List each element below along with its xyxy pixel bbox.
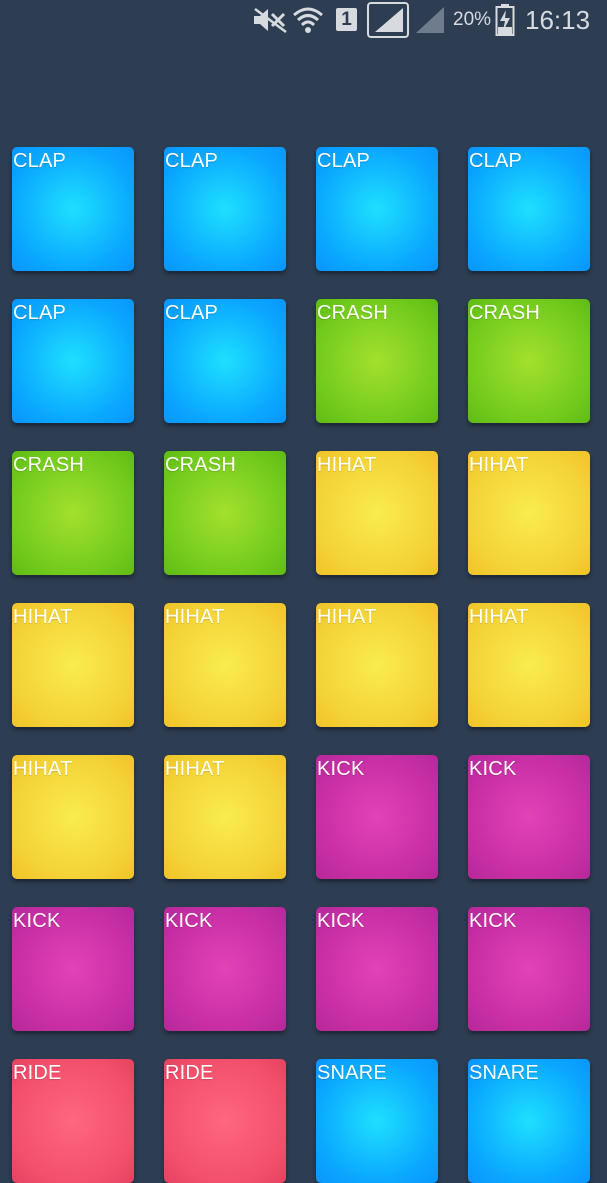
pad-label: HIHAT [469,454,529,476]
drum-pad-grid: CLAP CLAP CLAP CLAP CLAP CLAP CRASH CRAS… [0,0,607,1183]
pad-hihat[interactable]: HIHAT [164,755,286,879]
pad-crash[interactable]: CRASH [164,451,286,575]
pad-label: HIHAT [165,606,225,628]
pad-label: KICK [469,910,517,932]
pad-label: CLAP [165,150,219,172]
pad-label: HIHAT [317,606,377,628]
pad-label: KICK [317,758,365,780]
pad-label: HIHAT [317,454,377,476]
pad-hihat[interactable]: HIHAT [316,603,438,727]
pad-label: CLAP [469,150,523,172]
pad-label: HIHAT [13,606,73,628]
pad-ride[interactable]: RIDE [164,1059,286,1183]
pad-crash[interactable]: CRASH [12,451,134,575]
pad-label: HIHAT [469,606,529,628]
pad-label: RIDE [13,1062,62,1084]
pad-hihat[interactable]: HIHAT [12,603,134,727]
pad-clap[interactable]: CLAP [164,299,286,423]
pad-label: CRASH [317,302,389,324]
pad-crash[interactable]: CRASH [316,299,438,423]
pad-label: KICK [469,758,517,780]
pad-kick[interactable]: KICK [316,755,438,879]
pad-hihat[interactable]: HIHAT [164,603,286,727]
pad-label: CLAP [317,150,371,172]
pad-crash[interactable]: CRASH [468,299,590,423]
pad-snare[interactable]: SNARE [468,1059,590,1183]
pad-label: CLAP [13,150,67,172]
pad-label: HIHAT [13,758,73,780]
pad-snare[interactable]: SNARE [316,1059,438,1183]
pad-kick[interactable]: KICK [164,907,286,1031]
pad-label: CRASH [469,302,541,324]
pad-hihat[interactable]: HIHAT [468,451,590,575]
pad-label: CLAP [165,302,219,324]
pad-kick[interactable]: KICK [12,907,134,1031]
pad-clap[interactable]: CLAP [468,147,590,271]
pad-label: CRASH [165,454,237,476]
pad-label: CRASH [13,454,85,476]
pad-hihat[interactable]: HIHAT [468,603,590,727]
pad-label: RIDE [165,1062,214,1084]
pad-clap[interactable]: CLAP [12,299,134,423]
pad-label: KICK [13,910,61,932]
pad-label: KICK [165,910,213,932]
pad-label: SNARE [317,1062,387,1084]
pad-label: SNARE [469,1062,539,1084]
pad-hihat[interactable]: HIHAT [316,451,438,575]
pad-label: HIHAT [165,758,225,780]
pad-kick[interactable]: KICK [316,907,438,1031]
pad-clap[interactable]: CLAP [316,147,438,271]
pad-clap[interactable]: CLAP [12,147,134,271]
pad-kick[interactable]: KICK [468,907,590,1031]
pad-kick[interactable]: KICK [468,755,590,879]
pad-label: CLAP [13,302,67,324]
pad-ride[interactable]: RIDE [12,1059,134,1183]
pad-clap[interactable]: CLAP [164,147,286,271]
pad-hihat[interactable]: HIHAT [12,755,134,879]
pad-label: KICK [317,910,365,932]
